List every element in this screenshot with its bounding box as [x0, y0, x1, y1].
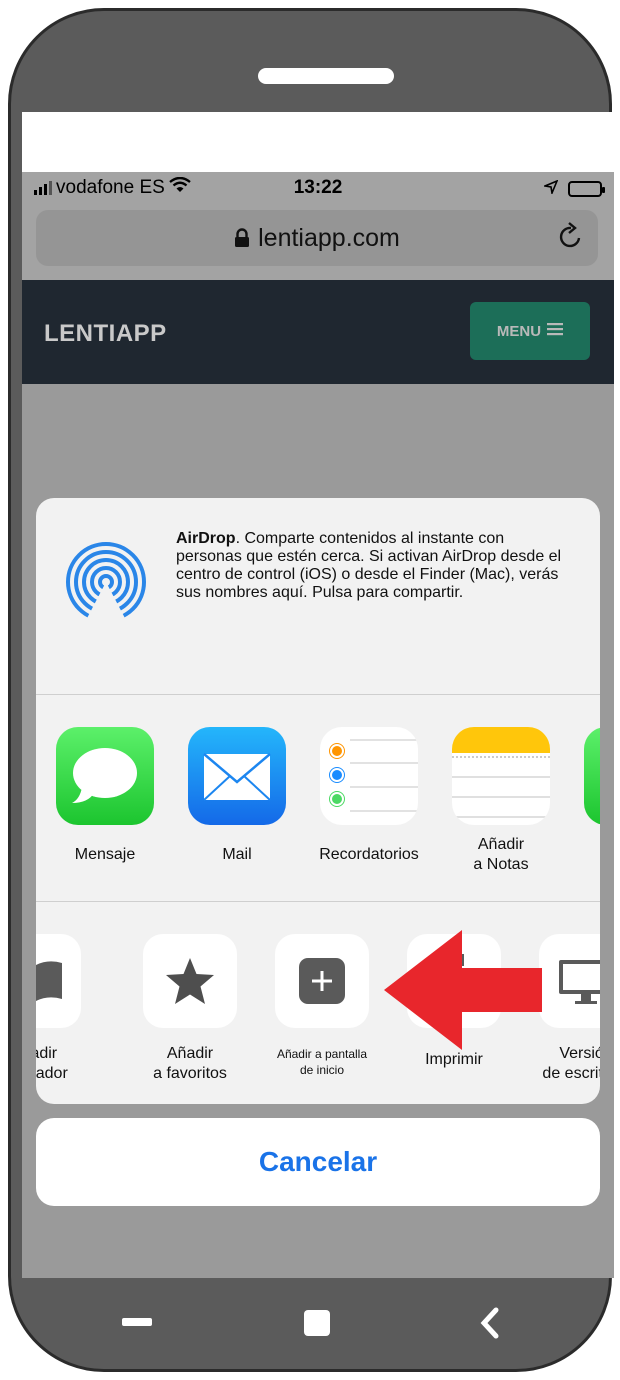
airdrop-title: AirDrop [176, 530, 236, 547]
battery-icon [568, 181, 605, 197]
share-app-reminders[interactable]: Recordatorios [304, 727, 434, 865]
address-bar[interactable]: lentiapp.com [36, 210, 598, 266]
action-add-to-home-screen[interactable]: Añadir a pantalla de inicio [256, 934, 388, 1078]
desktop-icon [539, 934, 600, 1028]
status-time: 13:22 [293, 177, 343, 198]
location-icon [542, 178, 559, 200]
mail-icon [188, 727, 286, 825]
site-logo[interactable]: LENTIAPP [44, 320, 167, 348]
notes-icon [452, 727, 550, 825]
url-text: lentiapp.com [258, 224, 400, 252]
action-label: Añadir marcador [36, 1045, 68, 1082]
share-app-label: Recordatorios [319, 846, 419, 863]
menu-button[interactable]: MENU [470, 302, 590, 360]
chevron-left-icon[interactable] [478, 1306, 502, 1345]
reload-icon[interactable] [558, 222, 584, 255]
share-app-messages[interactable]: Mensaje [40, 727, 170, 865]
site-header: LENTIAPP MENU [22, 280, 614, 384]
minus-icon[interactable] [122, 1318, 152, 1326]
add-square-icon [275, 934, 369, 1028]
reminders-icon [320, 727, 418, 825]
red-arrow-annotation [384, 930, 542, 1050]
whatsapp-icon [584, 727, 600, 825]
share-app-label: Mail [222, 846, 252, 863]
messages-icon [56, 727, 154, 825]
phone-screen: vodafone ES 13:22 lentiapp.com LENTIAPP … [22, 112, 614, 1278]
status-bar: vodafone ES 13:22 [22, 172, 614, 204]
share-app-label: Mensaje [74, 846, 136, 863]
airdrop-section[interactable]: AirDrop. Comparte contenidos al instante… [36, 498, 600, 694]
share-app-notes[interactable]: Añadir a Notas [436, 727, 566, 875]
phone-speaker [258, 68, 394, 84]
android-nav-bar [8, 1290, 612, 1370]
action-add-favorites[interactable]: Añadir a favoritos [124, 934, 256, 1084]
share-app-label: Añadir a Notas [473, 836, 529, 873]
share-app-label: W [568, 845, 600, 865]
action-label: Versión de escritorio [542, 1045, 600, 1082]
action-label: Imprimir [425, 1051, 483, 1068]
action-add-bookmark[interactable]: Añadir marcador [36, 934, 100, 1084]
book-icon [36, 934, 81, 1028]
browser-toolbar: lentiapp.com [22, 204, 614, 280]
share-apps-row: Mensaje Mail Recordatorios Añadir a Nota… [36, 695, 600, 901]
lock-icon [234, 226, 250, 255]
airdrop-icon [64, 540, 148, 629]
action-label: Añadir a pantalla de inicio [276, 1047, 368, 1077]
menu-label: MENU [496, 322, 542, 340]
hamburger-icon [547, 322, 564, 340]
square-icon[interactable] [304, 1310, 330, 1336]
share-app-whatsapp[interactable]: W [568, 727, 600, 865]
airdrop-description: AirDrop. Comparte contenidos al instante… [176, 530, 571, 602]
share-app-mail[interactable]: Mail [172, 727, 302, 865]
action-label: Añadir a favoritos [153, 1045, 227, 1082]
cancel-button[interactable]: Cancelar [36, 1118, 600, 1206]
star-icon [143, 934, 237, 1028]
